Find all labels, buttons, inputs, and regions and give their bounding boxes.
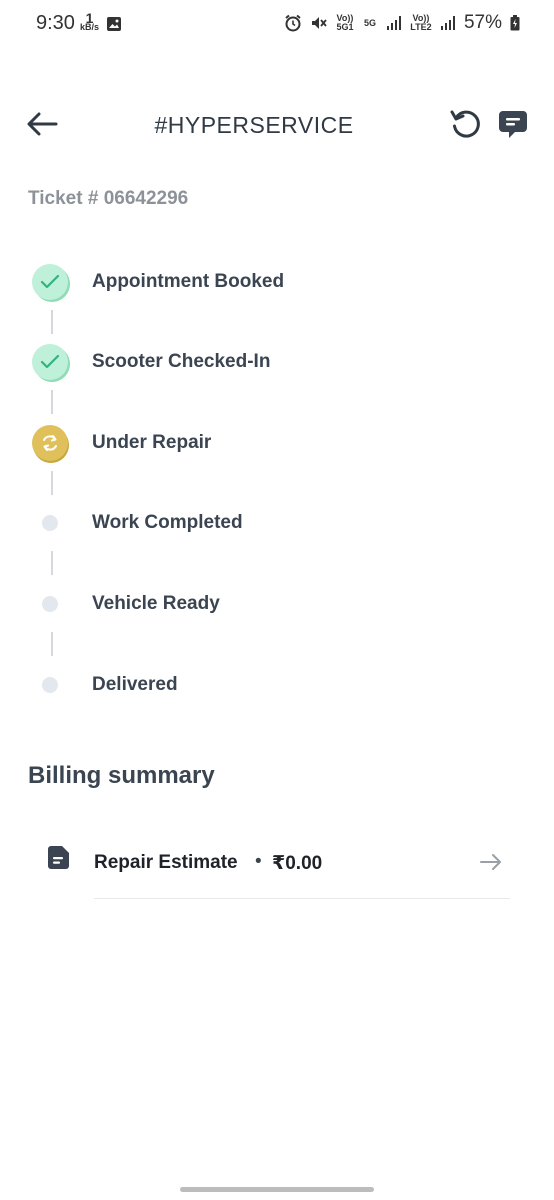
home-indicator[interactable] <box>180 1187 374 1192</box>
status-in-progress <box>32 425 68 461</box>
signal-icon-2 <box>440 16 455 30</box>
bill-amount: ₹0.00 <box>272 853 323 874</box>
network-speed-unit: kB/s <box>80 22 100 32</box>
status-icons: Vo)) 5G1 5G Vo)) LTE2 57% <box>284 12 520 34</box>
chat-icon[interactable] <box>497 108 529 140</box>
signal-icon <box>386 16 401 30</box>
mute-icon <box>311 17 327 29</box>
timeline-connector <box>51 551 53 575</box>
check-icon <box>40 274 60 289</box>
sync-icon <box>43 435 57 451</box>
battery-level: 57% <box>463 12 502 33</box>
status-pending <box>42 677 58 693</box>
timeline-step-appointment-booked: Appointment Booked <box>30 262 510 302</box>
step-label: Scooter Checked-In <box>92 351 271 372</box>
document-icon <box>48 846 69 869</box>
bill-item-label: Repair Estimate <box>94 852 238 873</box>
page-title: #HYPERSERVICE <box>154 112 354 138</box>
refresh-icon[interactable] <box>448 106 484 142</box>
battery-icon <box>510 15 520 31</box>
timeline-step-under-repair: Under Repair <box>30 423 510 463</box>
status-bar: 9:30 1 kB/s Vo)) 5G1 5G Vo)) LTE2 57% <box>0 0 554 50</box>
timeline-connector <box>51 632 53 656</box>
step-label: Vehicle Ready <box>92 593 220 614</box>
arrow-right-icon[interactable] <box>478 850 504 874</box>
status-pending <box>42 515 58 531</box>
app-header: #HYPERSERVICE <box>0 100 554 150</box>
timeline-step-work-completed: Work Completed <box>30 503 510 543</box>
bill-separator: • <box>255 851 262 872</box>
timeline-step-delivered: Delivered <box>30 665 510 705</box>
step-label: Work Completed <box>92 512 243 533</box>
check-icon <box>40 354 60 369</box>
status-done <box>32 264 68 300</box>
timeline-connector <box>51 390 53 414</box>
timeline-step-vehicle-ready: Vehicle Ready <box>30 584 510 624</box>
timeline-step-scooter-checked-in: Scooter Checked-In <box>30 342 510 382</box>
timeline-connector <box>51 471 53 495</box>
timeline-connector <box>51 310 53 334</box>
ticket-number: Ticket # 06642296 <box>28 188 189 209</box>
billing-summary-title: Billing summary <box>28 762 215 789</box>
alarm-icon <box>285 14 301 32</box>
status-pending <box>42 596 58 612</box>
status-time: 9:30 <box>36 12 75 34</box>
divider <box>94 898 510 899</box>
network-speed: 1 kB/s <box>80 11 100 32</box>
network-label-1: Vo)) 5G1 <box>336 13 354 32</box>
step-label: Appointment Booked <box>92 271 285 292</box>
step-label: Under Repair <box>92 432 212 453</box>
network-label-3: Vo)) LTE2 <box>410 13 432 32</box>
step-label: Delivered <box>92 674 178 695</box>
network-label-2: 5G <box>363 17 376 28</box>
status-done <box>32 344 68 380</box>
repair-estimate-row[interactable]: Repair Estimate • ₹0.00 <box>46 840 510 899</box>
gallery-icon <box>107 17 121 31</box>
